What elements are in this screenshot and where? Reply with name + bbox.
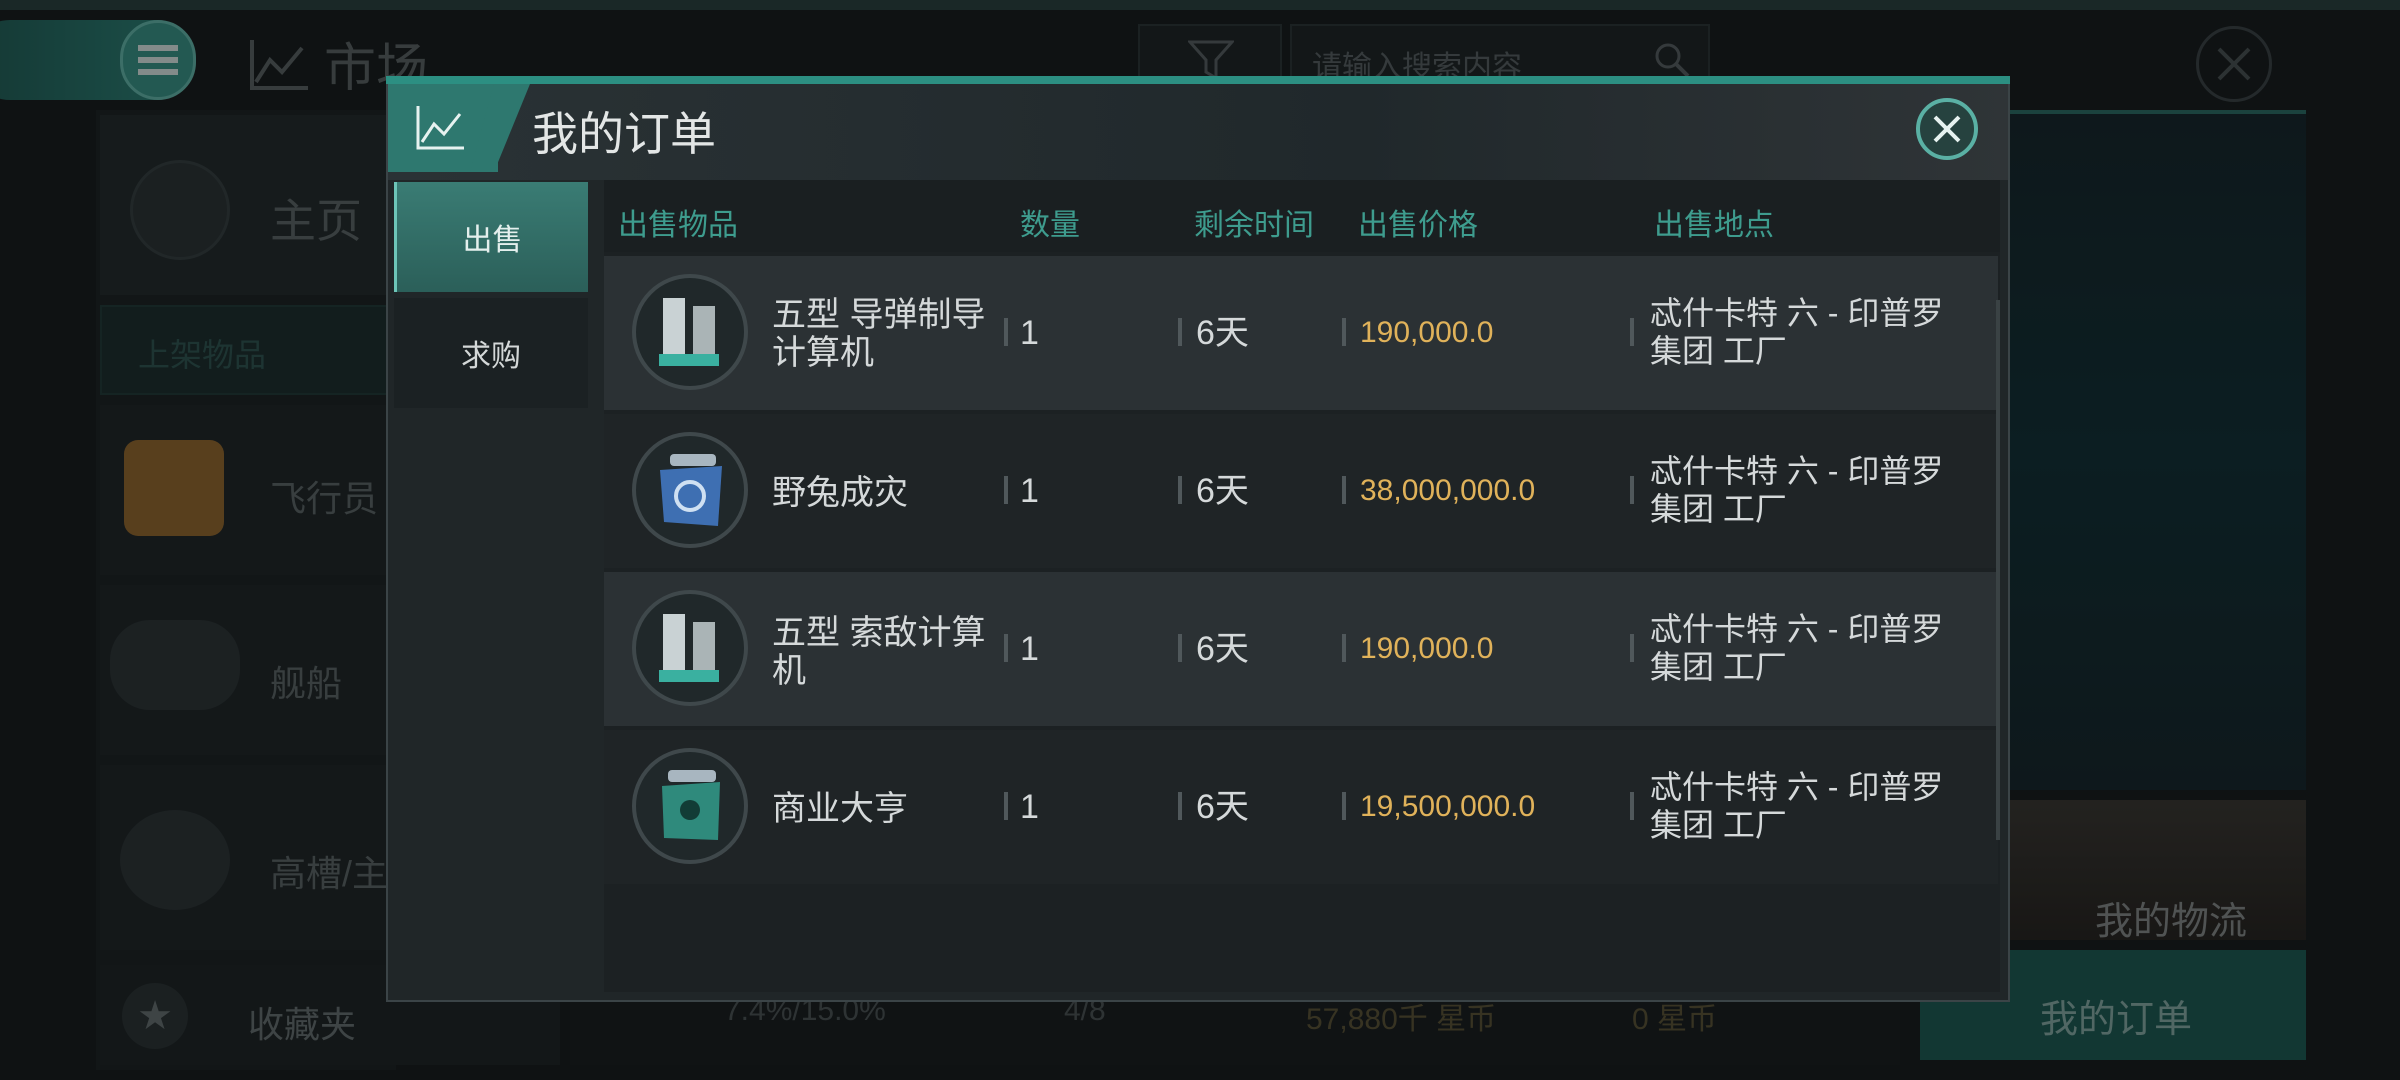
item-time: 6天 [1196,472,1249,510]
item-location: 忒什卡特 六 - 印普罗 集团 工厂 [1650,611,1944,685]
item-price: 190,000.0 [1360,316,1494,349]
item-quantity: 1 [1020,472,1039,510]
item-name: 商业大亨 [772,790,908,828]
modal-accent-line [386,76,2010,84]
computer-module-icon [632,274,748,390]
item-location: 忒什卡特 六 - 印普罗 集团 工厂 [1650,769,1944,843]
license-card-icon [632,748,748,864]
divider [1342,634,1346,662]
item-quantity: 1 [1020,788,1039,826]
col-remaining-time[interactable]: 剩余时间 [1194,200,1314,244]
divider [1630,792,1634,820]
modal-close-button[interactable] [1916,98,1978,160]
divider [1178,792,1182,820]
item-price: 190,000.0 [1360,632,1494,665]
item-name: 五型 索敌计算 机 [772,614,986,690]
divider [1342,476,1346,504]
col-item[interactable]: 出售物品 [618,200,738,244]
skill-chip-icon [632,432,748,548]
tab-buy[interactable]: 求购 [394,298,588,408]
divider [1178,634,1182,662]
divider [1630,318,1634,346]
item-price: 38,000,000.0 [1360,474,1536,507]
divider [1004,476,1008,504]
item-quantity: 1 [1020,630,1039,668]
col-quantity[interactable]: 数量 [1020,200,1080,244]
col-price[interactable]: 出售价格 [1358,200,1478,244]
divider [1630,634,1634,662]
modal-title: 我的订单 [532,108,716,160]
item-price: 19,500,000.0 [1360,790,1536,823]
divider [1178,476,1182,504]
item-time: 6天 [1196,630,1249,668]
divider [1342,792,1346,820]
tab-sell[interactable]: 出售 [394,182,588,292]
item-name: 五型 导弹制导 计算机 [772,296,986,372]
item-quantity: 1 [1020,314,1039,352]
divider [1630,476,1634,504]
divider [1004,792,1008,820]
computer-module-icon [632,590,748,706]
item-time: 6天 [1196,788,1249,826]
item-time: 6天 [1196,314,1249,352]
chart-icon [416,106,464,150]
col-location[interactable]: 出售地点 [1654,200,1774,244]
item-name: 野兔成灾 [772,474,908,512]
close-icon [1933,115,1961,143]
divider [1004,318,1008,346]
divider [1342,318,1346,346]
divider [1004,634,1008,662]
table-scrollbar[interactable] [1996,300,2000,840]
item-location: 忒什卡特 六 - 印普罗 集团 工厂 [1650,295,1944,369]
item-location: 忒什卡特 六 - 印普罗 集团 工厂 [1650,453,1944,527]
divider [1178,318,1182,346]
